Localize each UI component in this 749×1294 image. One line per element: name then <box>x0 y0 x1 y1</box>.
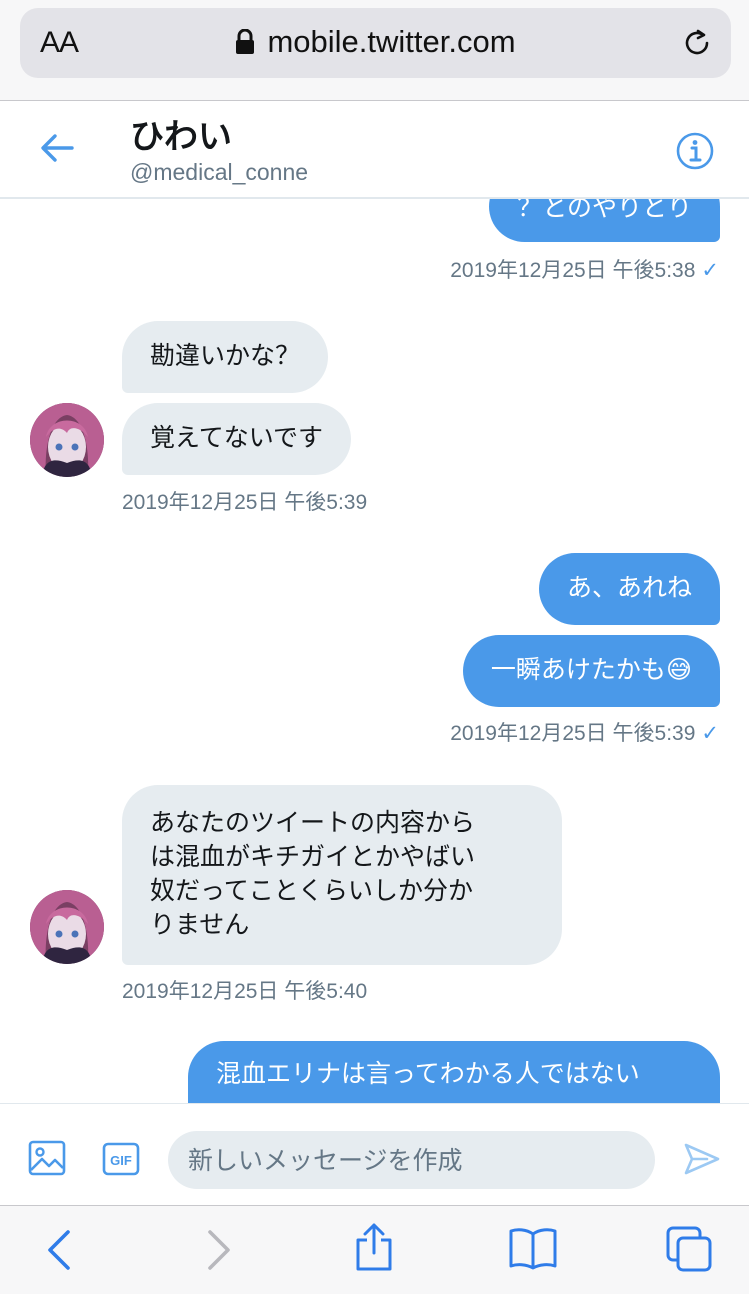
send-icon[interactable] <box>683 1142 721 1180</box>
browser-toolbar <box>0 1205 749 1294</box>
timestamp-text: 2019年12月25日 午後5:38 <box>450 259 696 282</box>
read-check-icon: ✓ <box>701 722 719 745</box>
browser-forward-icon[interactable] <box>202 1228 234 1276</box>
message-line: あなたのツイートの内容から <box>150 808 476 837</box>
timestamp-text: 2019年12月25日 午後5:39 <box>450 722 696 745</box>
message-list[interactable]: ？とのやりとり 2019年12月25日 午後5:38 ✓ 勘違いかな？ 覚えてない… <box>0 199 749 1103</box>
info-icon[interactable] <box>675 131 715 175</box>
message-bubble-received[interactable]: あなたのツイートの内容から は混血がキチガイとかやばい 奴だってことくらいしか分… <box>122 785 562 965</box>
conversation-handle[interactable]: @medical_conne <box>130 159 308 186</box>
timestamp-text: 2019年12月25日 午後5:39 <box>122 491 368 514</box>
reload-icon[interactable] <box>681 27 713 63</box>
gif-label: GIF <box>110 1153 132 1168</box>
back-arrow-icon[interactable] <box>40 133 74 167</box>
timestamp-text: 2019年12月25日 午後5:40 <box>122 980 368 1003</box>
message-timestamp: 2019年12月25日 午後5:39 ✓ <box>450 717 719 747</box>
message-line: 混血エリナは言ってわかる人ではない <box>216 1059 640 1088</box>
message-line: りません <box>150 910 250 939</box>
read-check-icon: ✓ <box>701 259 719 282</box>
browser-back-icon[interactable] <box>44 1228 76 1276</box>
message-composer: GIF <box>0 1103 749 1205</box>
message-bubble-received[interactable]: 勘違いかな？ <box>122 321 329 393</box>
message-bubble-sent[interactable]: 一瞬あけたかも😅 <box>462 635 720 707</box>
tabs-icon[interactable] <box>664 1224 714 1278</box>
lock-icon <box>235 27 255 63</box>
message-bubble-sent[interactable]: あ、あれね <box>538 553 720 625</box>
message-bubble-received[interactable]: 覚えてないです <box>122 403 352 475</box>
message-text: 一瞬あけたかも <box>490 655 666 684</box>
message-timestamp: 2019年12月25日 午後5:39 <box>122 486 367 516</box>
message-timestamp: 2019年12月25日 午後5:40 <box>122 975 367 1005</box>
avatar[interactable] <box>30 890 104 964</box>
message-line: 奴だってことくらいしか分か <box>150 876 474 905</box>
gif-icon[interactable]: GIF <box>102 1142 140 1180</box>
avatar[interactable] <box>30 403 104 477</box>
url-display[interactable]: mobile.twitter.com <box>20 24 731 63</box>
message-input[interactable] <box>168 1131 655 1189</box>
message-bubble-sent[interactable]: 混血エリナは言ってわかる人ではない <box>188 1041 720 1103</box>
address-bar[interactable]: AA mobile.twitter.com <box>20 8 731 78</box>
browser-top-bar: AA mobile.twitter.com <box>0 0 749 101</box>
message-line: は混血がキチガイとかやばい <box>150 842 476 871</box>
message-bubble-sent[interactable]: ？とのやりとり <box>489 199 720 242</box>
message-timestamp: 2019年12月25日 午後5:38 ✓ <box>450 254 719 284</box>
image-icon[interactable] <box>28 1140 66 1180</box>
url-text: mobile.twitter.com <box>267 24 516 59</box>
bookmarks-icon[interactable] <box>508 1226 558 1274</box>
grinning-sweat-emoji-icon: 😅 <box>665 655 692 684</box>
share-icon[interactable] <box>354 1222 394 1276</box>
conversation-header: ひわい @medical_conne <box>0 101 749 199</box>
conversation-name[interactable]: ひわい <box>130 109 232 158</box>
